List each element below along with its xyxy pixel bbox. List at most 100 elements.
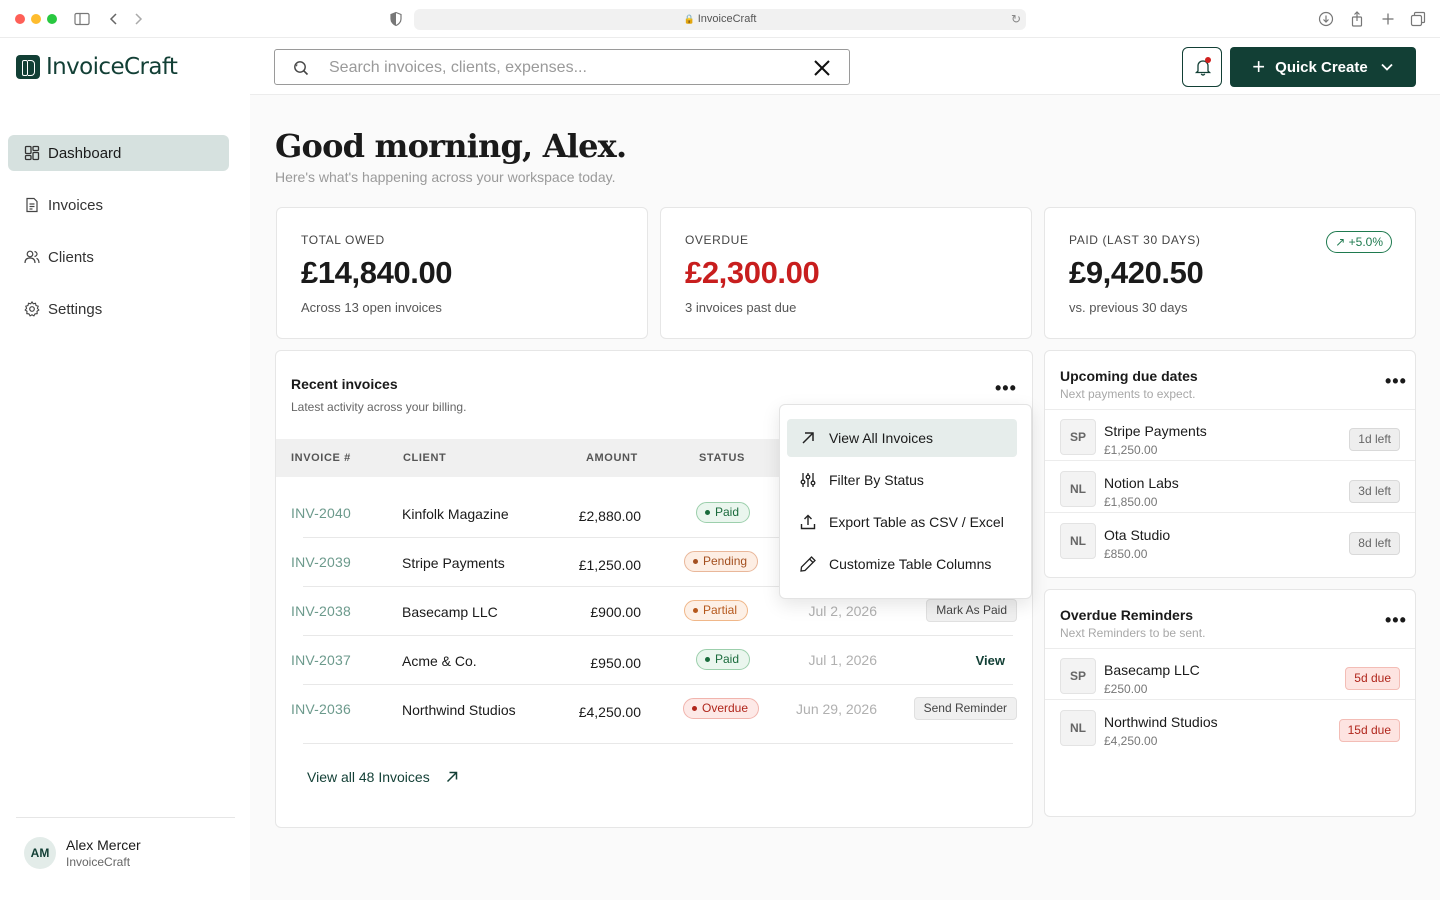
client-name: Northwind Studios bbox=[1104, 714, 1218, 730]
sidebar-nav: Dashboard Invoices Clients Settings bbox=[8, 135, 229, 343]
due-date: Jul 1, 2026 bbox=[808, 652, 878, 668]
menu-item-export-csv[interactable]: Export Table as CSV / Excel bbox=[787, 503, 1017, 541]
quick-create-label: Quick Create bbox=[1275, 58, 1368, 76]
list-item[interactable]: SP Stripe Payments £1,250.00 1d left bbox=[1045, 409, 1415, 461]
list-item[interactable]: NL Northwind Studios £4,250.00 15d due bbox=[1045, 700, 1415, 752]
column-header[interactable]: INVOICE # bbox=[291, 452, 351, 464]
user-profile[interactable]: AM Alex Mercer InvoiceCraft bbox=[24, 837, 141, 869]
maximize-window-button[interactable] bbox=[47, 14, 57, 24]
client-avatar: NL bbox=[1060, 471, 1096, 507]
view-all-invoices-link[interactable]: View all 48 Invoices bbox=[307, 769, 459, 785]
sidebar-item-label: Settings bbox=[48, 300, 103, 318]
pencil-icon bbox=[800, 556, 816, 572]
page-subtitle: Here's what's happening across your work… bbox=[275, 169, 616, 185]
invoice-id-link[interactable]: INV-2037 bbox=[291, 652, 351, 668]
mark-as-paid-button[interactable]: Mark As Paid bbox=[926, 599, 1017, 622]
back-icon[interactable] bbox=[106, 11, 122, 27]
client-avatar: NL bbox=[1060, 710, 1096, 746]
gear-icon bbox=[24, 301, 40, 317]
invoice-id-link[interactable]: INV-2036 bbox=[291, 701, 351, 717]
invoice-amount: £2,880.00 bbox=[578, 508, 641, 524]
sidebar-item-label: Invoices bbox=[48, 196, 104, 214]
close-window-button[interactable] bbox=[15, 14, 25, 24]
menu-item-label: View All Invoices bbox=[829, 430, 934, 446]
invoice-amount: £4,250.00 bbox=[578, 704, 641, 720]
table-options-menu: View All Invoices Filter By Status Expor… bbox=[779, 404, 1032, 599]
overdue-reminders-card: Overdue Reminders Next Reminders to be s… bbox=[1044, 589, 1416, 817]
column-header[interactable]: CLIENT bbox=[403, 452, 446, 464]
client-name: Ota Studio bbox=[1104, 527, 1171, 543]
invoice-id-link[interactable]: INV-2040 bbox=[291, 505, 351, 521]
invoice-amount: £1,250.00 bbox=[578, 557, 641, 573]
arrow-up-right-icon bbox=[446, 771, 457, 783]
client-name: Stripe Payments bbox=[402, 555, 505, 571]
notification-dot bbox=[1205, 57, 1211, 63]
column-header[interactable]: AMOUNT bbox=[586, 452, 638, 464]
close-icon[interactable] bbox=[813, 59, 831, 77]
days-left-badge: 3d left bbox=[1349, 480, 1400, 503]
stat-note: 3 invoices past due bbox=[685, 300, 797, 315]
table-row[interactable]: INV-2036 Northwind Studios £4,250.00 Ove… bbox=[276, 685, 1032, 744]
minimize-window-button[interactable] bbox=[31, 14, 41, 24]
search-icon bbox=[294, 61, 309, 76]
sidebar-item-settings[interactable]: Settings bbox=[8, 291, 229, 327]
shield-icon[interactable] bbox=[388, 11, 404, 27]
sidebar-item-label: Dashboard bbox=[48, 144, 122, 162]
user-name: Alex Mercer bbox=[66, 837, 141, 853]
main-content: + Quick Create Good morning, Alex. Here'… bbox=[250, 38, 1440, 900]
column-header[interactable]: STATUS bbox=[699, 452, 745, 464]
invoice-id-link[interactable]: INV-2038 bbox=[291, 603, 351, 619]
share-icon[interactable] bbox=[1349, 11, 1365, 27]
list-item[interactable]: NL Ota Studio £850.00 8d left bbox=[1045, 513, 1415, 565]
card-subtitle: Next payments to expect. bbox=[1060, 387, 1196, 401]
plus-icon: + bbox=[1252, 54, 1266, 79]
download-icon[interactable] bbox=[1318, 11, 1334, 27]
new-tab-icon[interactable] bbox=[1380, 11, 1396, 27]
due-date: Jul 2, 2026 bbox=[808, 603, 878, 619]
quick-create-button[interactable]: + Quick Create bbox=[1230, 47, 1416, 87]
sidebar-toggle-icon[interactable] bbox=[74, 11, 90, 27]
stat-value: £9,420.50 bbox=[1069, 255, 1204, 290]
upcoming-due-dates-card: Upcoming due dates Next payments to expe… bbox=[1044, 350, 1416, 578]
send-reminder-button[interactable]: Send Reminder bbox=[913, 697, 1017, 720]
sidebar-item-invoices[interactable]: Invoices bbox=[8, 187, 229, 223]
lock-icon: 🔒 bbox=[683, 14, 695, 24]
sliders-icon bbox=[800, 473, 816, 487]
search-input[interactable] bbox=[329, 56, 799, 80]
arrow-up-right-icon bbox=[802, 432, 814, 444]
sidebar-item-clients[interactable]: Clients bbox=[8, 239, 229, 275]
tabs-overview-icon[interactable] bbox=[1410, 11, 1426, 27]
status-badge: Pending bbox=[684, 551, 759, 572]
row-divider bbox=[1045, 648, 1415, 649]
avatar: AM bbox=[24, 837, 56, 869]
view-invoice-link[interactable]: View bbox=[976, 653, 1005, 668]
due-amount: £250.00 bbox=[1104, 682, 1148, 696]
forward-icon[interactable] bbox=[130, 11, 146, 27]
notifications-button[interactable] bbox=[1182, 47, 1222, 87]
menu-item-view-all-invoices[interactable]: View All Invoices bbox=[787, 419, 1017, 457]
browser-toolbar: 🔒 InvoiceCraft ↻ bbox=[0, 0, 1440, 38]
more-options-button[interactable]: ••• bbox=[995, 379, 1017, 397]
card-subtitle: Next Reminders to be sent. bbox=[1060, 626, 1206, 640]
file-icon bbox=[26, 197, 38, 213]
client-name: Acme & Co. bbox=[402, 653, 477, 669]
upload-icon bbox=[800, 514, 816, 530]
client-name: Basecamp LLC bbox=[402, 604, 498, 620]
menu-item-customize-columns[interactable]: Customize Table Columns bbox=[787, 545, 1017, 583]
sidebar-item-dashboard[interactable]: Dashboard bbox=[8, 135, 229, 171]
menu-item-filter-by-status[interactable]: Filter By Status bbox=[787, 461, 1017, 499]
table-row[interactable]: INV-2037 Acme & Co. £950.00 Paid Jul 1, … bbox=[276, 636, 1032, 685]
more-options-button[interactable]: ••• bbox=[1385, 611, 1407, 629]
stat-card-total-owed: TOTAL OWED £14,840.00 Across 13 open inv… bbox=[276, 207, 648, 339]
invoice-id-link[interactable]: INV-2039 bbox=[291, 554, 351, 570]
reload-icon[interactable]: ↻ bbox=[1011, 9, 1021, 30]
logo[interactable]: InvoiceCraft bbox=[16, 54, 178, 80]
dashboard-icon bbox=[24, 145, 40, 161]
more-options-button[interactable]: ••• bbox=[1385, 372, 1407, 390]
address-bar[interactable]: 🔒 InvoiceCraft ↻ bbox=[414, 9, 1026, 30]
due-amount: £4,250.00 bbox=[1104, 734, 1158, 748]
list-item[interactable]: NL Notion Labs £1,850.00 3d left bbox=[1045, 461, 1415, 513]
list-item[interactable]: SP Basecamp LLC £250.00 5d due bbox=[1045, 648, 1415, 700]
invoice-amount: £950.00 bbox=[590, 655, 641, 671]
card-subtitle: Latest activity across your billing. bbox=[291, 400, 467, 414]
